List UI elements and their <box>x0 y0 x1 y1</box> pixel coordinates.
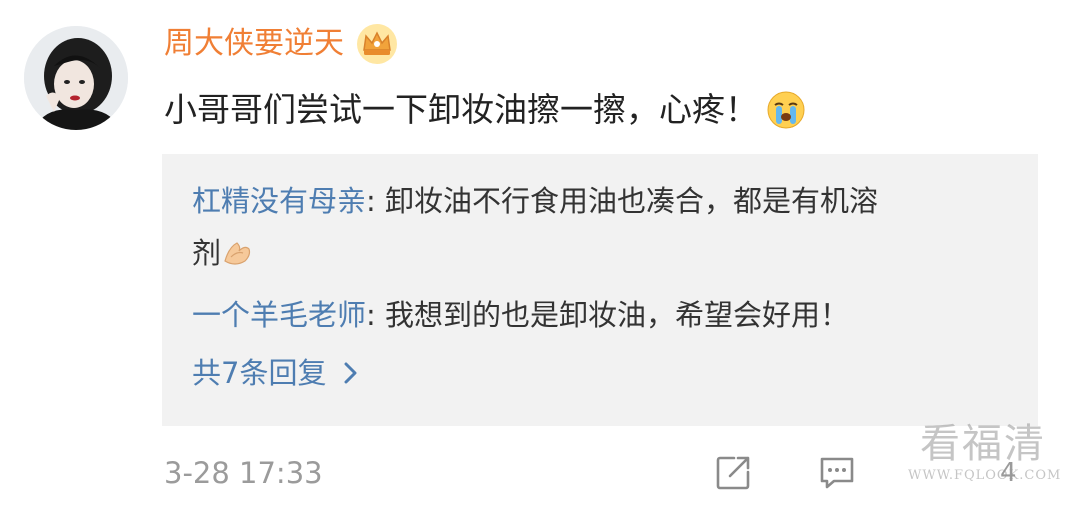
comment-text: 小哥哥们尝试一下卸妆油擦一擦，心疼！ <box>164 90 758 129</box>
avatar-image <box>24 26 128 130</box>
comment-body: 小哥哥们尝试一下卸妆油擦一擦，心疼！ <box>164 86 806 134</box>
chevron-right-icon <box>344 362 357 384</box>
comment-timestamp: 3-28 17:33 <box>164 456 323 490</box>
crying-face-icon <box>767 91 805 129</box>
reply-section: 杠精没有母亲: 卸妆油不行食用油也凑合，都是有机溶 剂 一个羊毛老师: 我想到的… <box>162 154 1038 426</box>
reply-separator: : <box>366 298 386 332</box>
watermark-url: WWW.FQLOOK.COM <box>908 468 1062 483</box>
watermark: 看福清 WWW.FQLOOK.COM <box>908 420 1062 484</box>
reply-username[interactable]: 一个羊毛老师 <box>192 298 366 332</box>
reply-item: 一个羊毛老师: 我想到的也是卸妆油，希望会好用！ <box>192 294 1012 336</box>
avatar[interactable] <box>24 26 128 130</box>
view-more-replies-link[interactable]: 共7条回复 <box>192 352 360 394</box>
share-icon[interactable] <box>714 454 752 492</box>
comment-icon[interactable] <box>818 454 856 492</box>
username-text[interactable]: 周大侠要逆天 <box>164 22 344 66</box>
more-replies-label[interactable]: 共7条回复 <box>192 352 326 394</box>
reply-text-line2: 剂 <box>192 232 1012 274</box>
clapping-hands-icon <box>224 242 251 265</box>
crown-badge-icon <box>357 24 397 64</box>
reply-text-continued: 剂 <box>192 236 222 270</box>
reply-text: 我想到的也是卸妆油，希望会好用！ <box>385 298 850 332</box>
reply-item: 杠精没有母亲: 卸妆油不行食用油也凑合，都是有机溶 剂 <box>192 180 1012 274</box>
reply-username[interactable]: 杠精没有母亲 <box>192 184 366 218</box>
watermark-main: 看福清 <box>920 421 1046 467</box>
comment-author[interactable]: 周大侠要逆天 <box>164 22 398 66</box>
reply-text: 卸妆油不行食用油也凑合，都是有机溶 <box>385 184 879 218</box>
reply-separator: : <box>366 184 386 218</box>
